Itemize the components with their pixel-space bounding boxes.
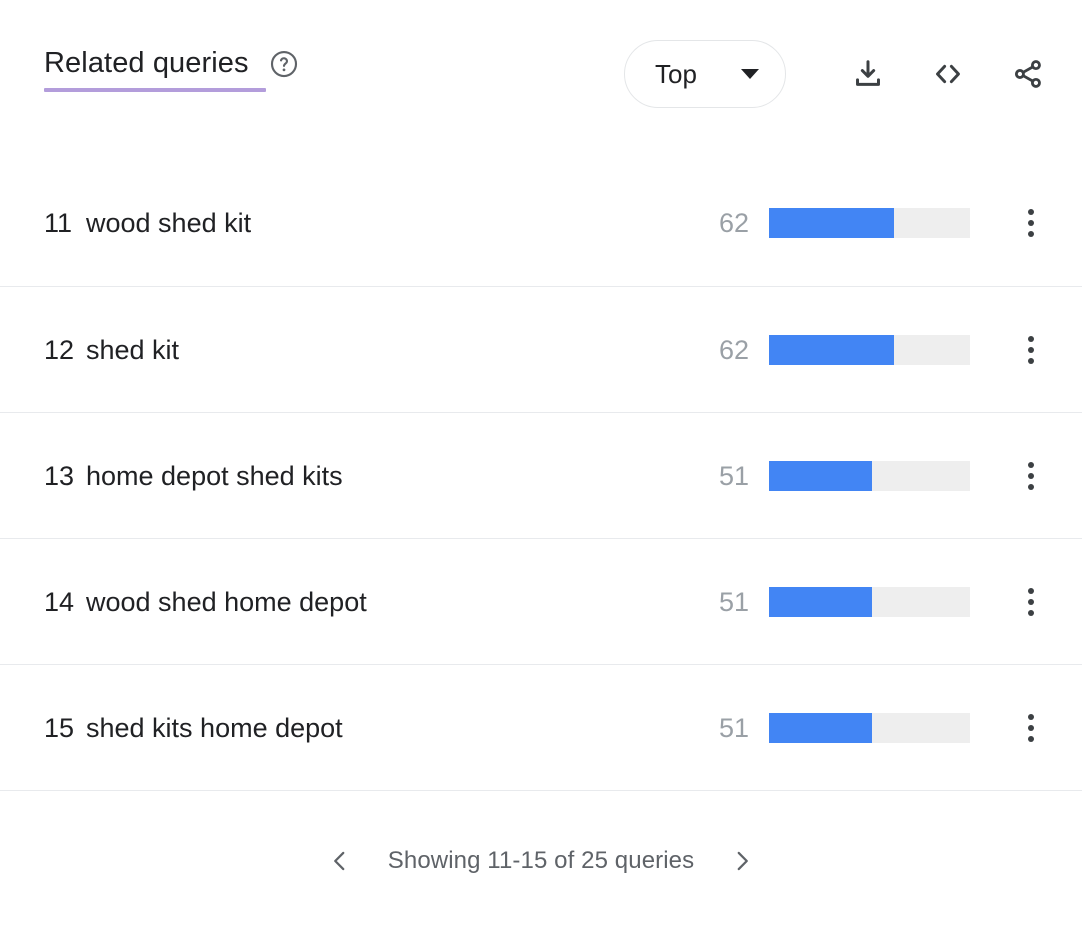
rank-number: 12 (44, 334, 75, 365)
query-text: wood shed kit (86, 208, 252, 238)
menu-dot (1028, 713, 1034, 720)
title-block: Related queries (44, 46, 299, 92)
more-vert-icon[interactable] (1008, 200, 1054, 246)
value-bar-track (769, 586, 970, 617)
query-text: shed kits home depot (86, 712, 343, 743)
help-circle-icon[interactable] (269, 49, 299, 79)
prev-page-button[interactable] (318, 839, 362, 883)
menu-dot (1028, 587, 1034, 594)
query-label[interactable]: 11 wood shed kit (44, 207, 697, 239)
more-vert-icon[interactable] (1008, 705, 1054, 751)
chevron-right-icon (737, 851, 749, 870)
menu-dot (1028, 598, 1034, 605)
table-row[interactable]: 14 wood shed home depot 51 (0, 538, 1082, 664)
share-icon (1014, 60, 1041, 88)
download-button[interactable] (842, 48, 894, 100)
value-bar-track (769, 208, 970, 238)
widget-header: Related queries Top (0, 0, 1082, 150)
chevron-left-icon (333, 851, 345, 870)
more-vert-icon[interactable] (1008, 453, 1054, 499)
query-label[interactable]: 12 shed kit (44, 334, 697, 366)
query-label[interactable]: 14 wood shed home depot (44, 586, 697, 618)
menu-dot (1028, 735, 1034, 742)
value-number: 51 (718, 586, 749, 617)
value-number: 51 (718, 712, 749, 743)
table-row[interactable]: 12 shed kit 62 (0, 286, 1082, 412)
query-text: home depot shed kits (86, 460, 343, 491)
related-queries-list: 11 wood shed kit 62 12 shed kit 62 13 ho… (0, 160, 1082, 790)
related-queries-widget: Related queries Top 11 wood shed kit 62 … (0, 0, 1082, 930)
value-bar-fill (769, 208, 894, 238)
value-bar-fill (769, 334, 894, 365)
value-bar-track (769, 334, 970, 365)
rank-number: 14 (44, 586, 75, 617)
chevron-down-icon (741, 69, 759, 79)
value-bar-fill (769, 460, 872, 491)
query-label[interactable]: 15 shed kits home depot (44, 712, 697, 744)
menu-dot (1028, 346, 1034, 353)
embed-code-icon (936, 64, 960, 84)
sort-select[interactable]: Top (624, 40, 786, 108)
value-number: 51 (718, 460, 749, 491)
menu-dot (1028, 472, 1034, 479)
menu-dot (1028, 724, 1034, 731)
value-bar-track (769, 460, 970, 491)
embed-button[interactable] (922, 48, 974, 100)
menu-dot (1028, 609, 1034, 616)
query-text: shed kit (86, 334, 180, 365)
title-wrap: Related queries (44, 46, 266, 92)
table-row[interactable]: 11 wood shed kit 62 (0, 160, 1082, 286)
value-bar-fill (769, 586, 872, 617)
more-vert-icon[interactable] (1008, 327, 1054, 373)
query-text: wood shed home depot (86, 586, 367, 617)
sort-select-value: Top (655, 59, 697, 89)
menu-dot (1028, 357, 1034, 364)
rank-number: 11 (44, 208, 73, 238)
value-bar-fill (769, 712, 872, 743)
value-bar-track (769, 712, 970, 743)
title-underline (44, 88, 266, 92)
download-icon (856, 60, 880, 86)
menu-dot (1028, 483, 1034, 490)
rank-number: 13 (44, 460, 75, 491)
share-button[interactable] (1002, 48, 1054, 100)
menu-dot (1028, 209, 1034, 215)
menu-dot (1028, 220, 1034, 226)
widget-toolbar: Top (624, 40, 1054, 108)
value-number: 62 (718, 334, 749, 365)
query-label[interactable]: 13 home depot shed kits (44, 460, 697, 492)
page-title: Related queries (44, 47, 249, 79)
value-number: 62 (718, 208, 749, 238)
more-vert-icon[interactable] (1008, 579, 1054, 625)
widget-footer: Showing 11-15 of 25 queries (0, 790, 1082, 930)
next-page-button[interactable] (720, 839, 764, 883)
menu-dot (1028, 231, 1034, 237)
table-row[interactable]: 13 home depot shed kits 51 (0, 412, 1082, 538)
pagination-status: Showing 11-15 of 25 queries (387, 846, 695, 874)
pagination: Showing 11-15 of 25 queries (318, 839, 764, 883)
rank-number: 15 (44, 712, 75, 743)
table-row[interactable]: 15 shed kits home depot 51 (0, 664, 1082, 790)
menu-dot (1028, 461, 1034, 468)
menu-dot (1028, 335, 1034, 342)
